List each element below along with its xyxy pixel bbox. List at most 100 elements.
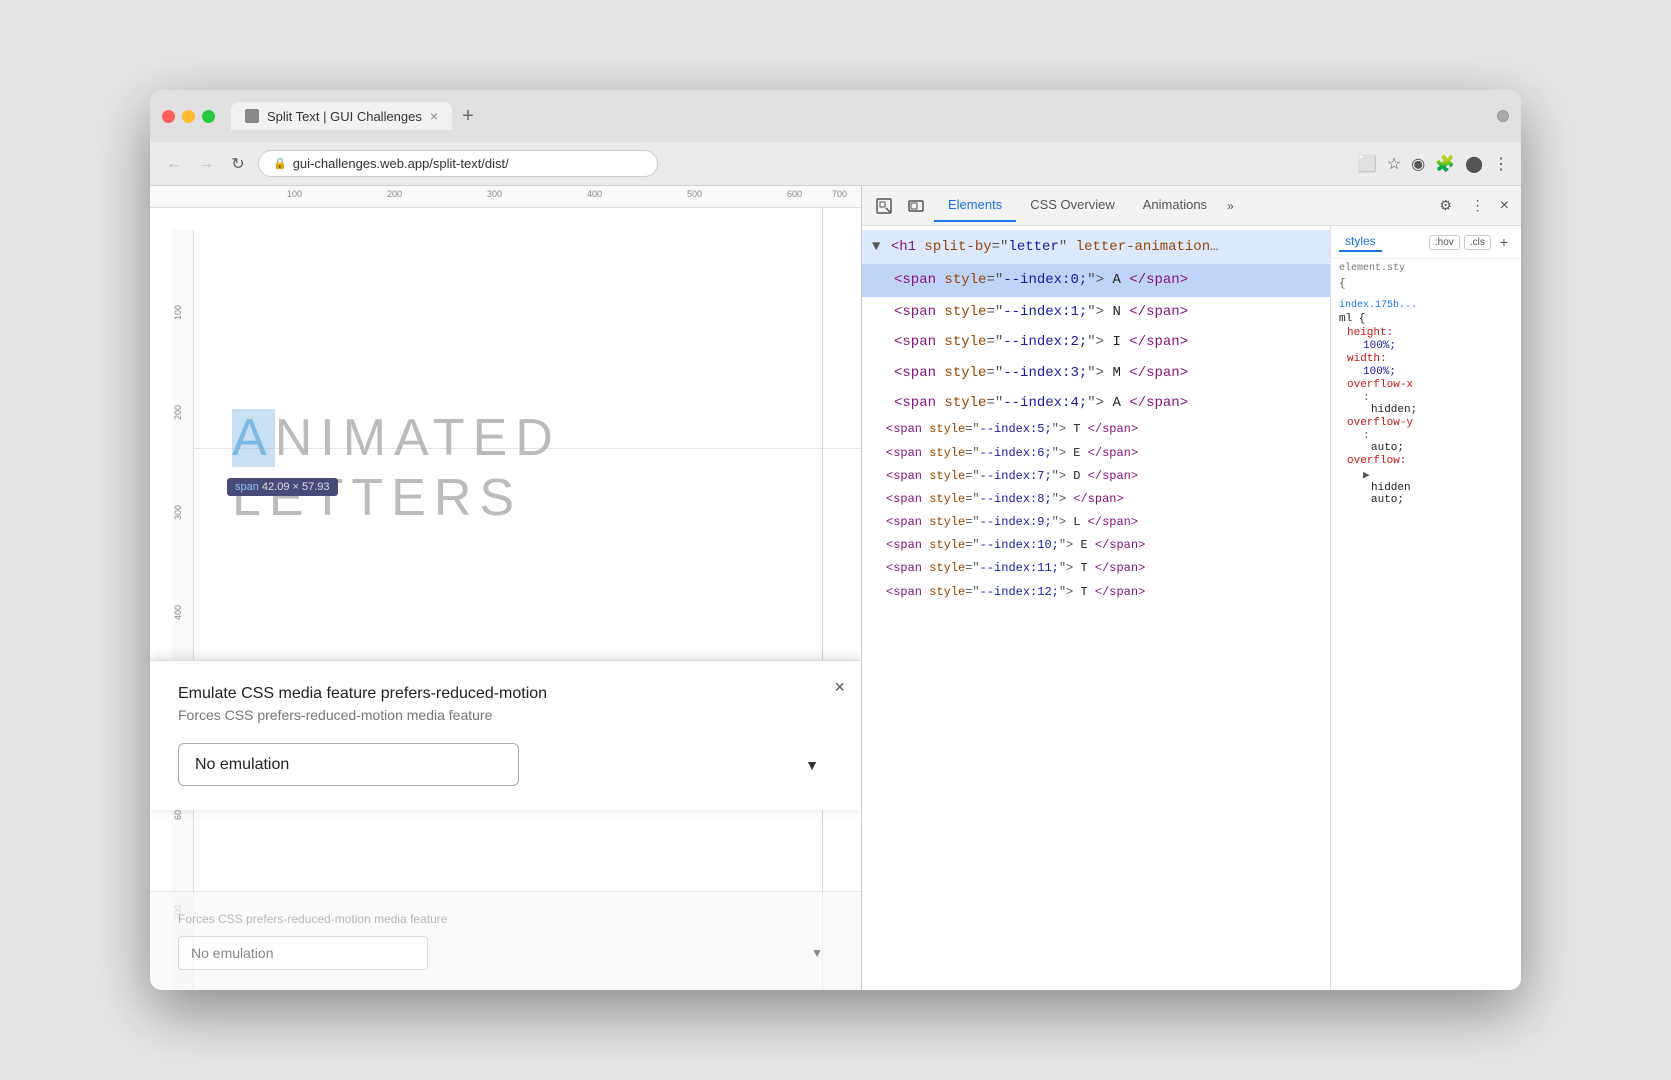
style-width-val: 100%;: [1339, 366, 1513, 378]
url-bar[interactable]: 🔒 gui-challenges.web.app/split-text/dist…: [258, 150, 658, 177]
style-overflow-y-val: auto;: [1339, 442, 1513, 454]
style-overflow: overflow:: [1339, 455, 1513, 467]
inspector-icon-btn[interactable]: [870, 192, 898, 220]
lock-icon: 🔒: [273, 157, 287, 170]
inspector-icon: [876, 198, 892, 214]
chrome-icon[interactable]: ◉: [1411, 154, 1425, 174]
ruler-left-200: 200: [173, 405, 183, 420]
emulate-popup-background: Forces CSS prefers-reduced-motion media …: [150, 891, 861, 990]
tooltip-element-name: span: [235, 481, 259, 493]
element-tooltip: span 42.09 × 57.93: [227, 478, 338, 496]
tree-h1-line[interactable]: ▼ <h1 split-by="letter" letter-animation…: [862, 230, 1330, 264]
devtools-panel: Elements CSS Overview Animations » ⚙ ⋮ ×: [861, 186, 1521, 990]
elements-panel: ▼ <h1 split-by="letter" letter-animation…: [862, 226, 1331, 990]
emulate-subtitle: Forces CSS prefers-reduced-motion media …: [178, 707, 833, 723]
tab-close-button[interactable]: ×: [430, 108, 438, 124]
tooltip-dimensions: 42.09 × 57.93: [262, 481, 330, 493]
element-brace: {: [1339, 278, 1513, 290]
h1-attr-letteranim: letter-animation: [1076, 239, 1210, 255]
webpage: 100 200 300 400 500 600 700 100 200 300 …: [150, 186, 861, 990]
tree-span-12[interactable]: <span style="--index:12;"> T </span>: [862, 581, 1330, 604]
tree-span-11[interactable]: <span style="--index:11;"> T </span>: [862, 557, 1330, 580]
devtools-settings-icon[interactable]: ⚙: [1432, 192, 1460, 220]
tab-css-overview[interactable]: CSS Overview: [1016, 189, 1129, 222]
tree-span-5[interactable]: <span style="--index:5;"> T </span>: [862, 418, 1330, 441]
style-source[interactable]: index.175b...: [1339, 300, 1513, 311]
active-tab[interactable]: Split Text | GUI Challenges ×: [231, 102, 452, 130]
elements-tree[interactable]: ▼ <h1 split-by="letter" letter-animation…: [862, 226, 1330, 990]
ruler-left-300: 300: [173, 505, 183, 520]
ruler-mark-100: 100: [287, 189, 302, 199]
tab-elements[interactable]: Elements: [934, 189, 1016, 222]
ruler-mark-600: 600: [787, 189, 802, 199]
devtools-gear-area: ⚙ ⋮ ×: [1432, 192, 1513, 220]
hov-button[interactable]: :hov: [1429, 235, 1460, 250]
title-bar: Split Text | GUI Challenges × +: [150, 90, 1521, 142]
styles-panel-header: styles :hov .cls +: [1331, 226, 1521, 259]
tab-bar: Split Text | GUI Challenges × +: [231, 102, 1489, 130]
maximize-traffic-light[interactable]: [202, 110, 215, 123]
styles-tab[interactable]: styles: [1339, 232, 1382, 252]
tree-span-7[interactable]: <span style="--index:7;"> D </span>: [862, 465, 1330, 488]
reload-button[interactable]: ↻: [226, 152, 250, 176]
styles-filter-area: :hov .cls +: [1429, 233, 1513, 251]
style-overflow-x-label: :: [1339, 392, 1513, 404]
window-dot: [1497, 110, 1509, 122]
emulate-select[interactable]: No emulation prefers-reduced-motion: red…: [178, 743, 519, 786]
back-button[interactable]: ←: [162, 152, 186, 176]
style-width: width:: [1339, 353, 1513, 365]
devtools-tabs: Elements CSS Overview Animations »: [934, 189, 1428, 222]
menu-icon[interactable]: ⋮: [1493, 154, 1509, 174]
ruler-mark-400: 400: [587, 189, 602, 199]
profile-icon[interactable]: ⬤: [1465, 154, 1483, 174]
tree-span-8[interactable]: <span style="--index:8;"> </span>: [862, 488, 1330, 511]
emulate-title: Emulate CSS media feature prefers-reduce…: [178, 685, 833, 703]
ruler-top: 100 200 300 400 500 600 700: [150, 186, 861, 208]
browser-window: Split Text | GUI Challenges × + ← → ↻ 🔒 …: [150, 90, 1521, 990]
emulate-select-wrapper: No emulation prefers-reduced-motion: red…: [178, 743, 833, 786]
devtools-close-button[interactable]: ×: [1496, 193, 1513, 219]
tab-animations[interactable]: Animations: [1129, 189, 1221, 222]
tree-span-3[interactable]: <span style="--index:3;"> M </span>: [862, 358, 1330, 388]
tree-span-6[interactable]: <span style="--index:6;"> E </span>: [862, 442, 1330, 465]
extensions-icon[interactable]: 🧩: [1435, 154, 1455, 174]
styles-panel: styles :hov .cls + element.sty { index.1…: [1331, 226, 1521, 990]
close-traffic-light[interactable]: [162, 110, 175, 123]
devtools-more-options-icon[interactable]: ⋮: [1464, 192, 1492, 220]
guide-line-vertical: [822, 208, 823, 990]
bookmark-icon[interactable]: ☆: [1387, 154, 1401, 174]
cast-icon[interactable]: ⬜: [1357, 154, 1377, 174]
device-icon-btn[interactable]: [902, 192, 930, 220]
tree-span-0[interactable]: <span style="--index:0;"> A </span>: [862, 264, 1330, 296]
style-overflow-triangle: ▶: [1339, 468, 1513, 482]
address-bar: ← → ↻ 🔒 gui-challenges.web.app/split-tex…: [150, 142, 1521, 186]
emulate-close-button[interactable]: ×: [834, 677, 845, 698]
content-area: 100 200 300 400 500 600 700 100 200 300 …: [150, 186, 1521, 990]
style-overflow-x: overflow-x: [1339, 379, 1513, 391]
emulate-chevron-bg: ▼: [811, 946, 823, 960]
ruler-left-100: 100: [173, 305, 183, 320]
style-overflow-auto: auto;: [1339, 494, 1513, 506]
page-content: 100 200 300 400 500 600 700 800 ANIMATED…: [172, 208, 861, 990]
minimize-traffic-light[interactable]: [182, 110, 195, 123]
devtools-more-tabs[interactable]: »: [1221, 191, 1240, 221]
emulate-chevron-icon: ▼: [805, 757, 819, 773]
add-style-button[interactable]: +: [1495, 233, 1513, 251]
tree-span-10[interactable]: <span style="--index:10;"> E </span>: [862, 534, 1330, 557]
toolbar-icons-right: ⬜ ☆ ◉ 🧩 ⬤ ⋮: [1357, 154, 1509, 174]
h1-tag-open: <h1: [891, 239, 925, 255]
tree-span-4[interactable]: <span style="--index:4;"> A </span>: [862, 388, 1330, 418]
tree-span-9[interactable]: <span style="--index:9;"> L </span>: [862, 511, 1330, 534]
cls-button[interactable]: .cls: [1464, 235, 1491, 250]
ruler-mark-200: 200: [387, 189, 402, 199]
new-tab-button[interactable]: +: [456, 105, 480, 128]
emulate-subtitle-bg: Forces CSS prefers-reduced-motion media …: [178, 912, 833, 926]
forward-button[interactable]: →: [194, 152, 218, 176]
style-height-val: 100%;: [1339, 340, 1513, 352]
tree-span-1[interactable]: <span style="--index:1;"> N </span>: [862, 297, 1330, 327]
window-controls-right: [1497, 110, 1509, 122]
emulate-select-background[interactable]: No emulation: [178, 936, 428, 970]
tree-span-2[interactable]: <span style="--index:2;"> I </span>: [862, 327, 1330, 357]
devtools-header: Elements CSS Overview Animations » ⚙ ⋮ ×: [862, 186, 1521, 226]
style-overflow-hidden: hidden: [1339, 482, 1513, 494]
